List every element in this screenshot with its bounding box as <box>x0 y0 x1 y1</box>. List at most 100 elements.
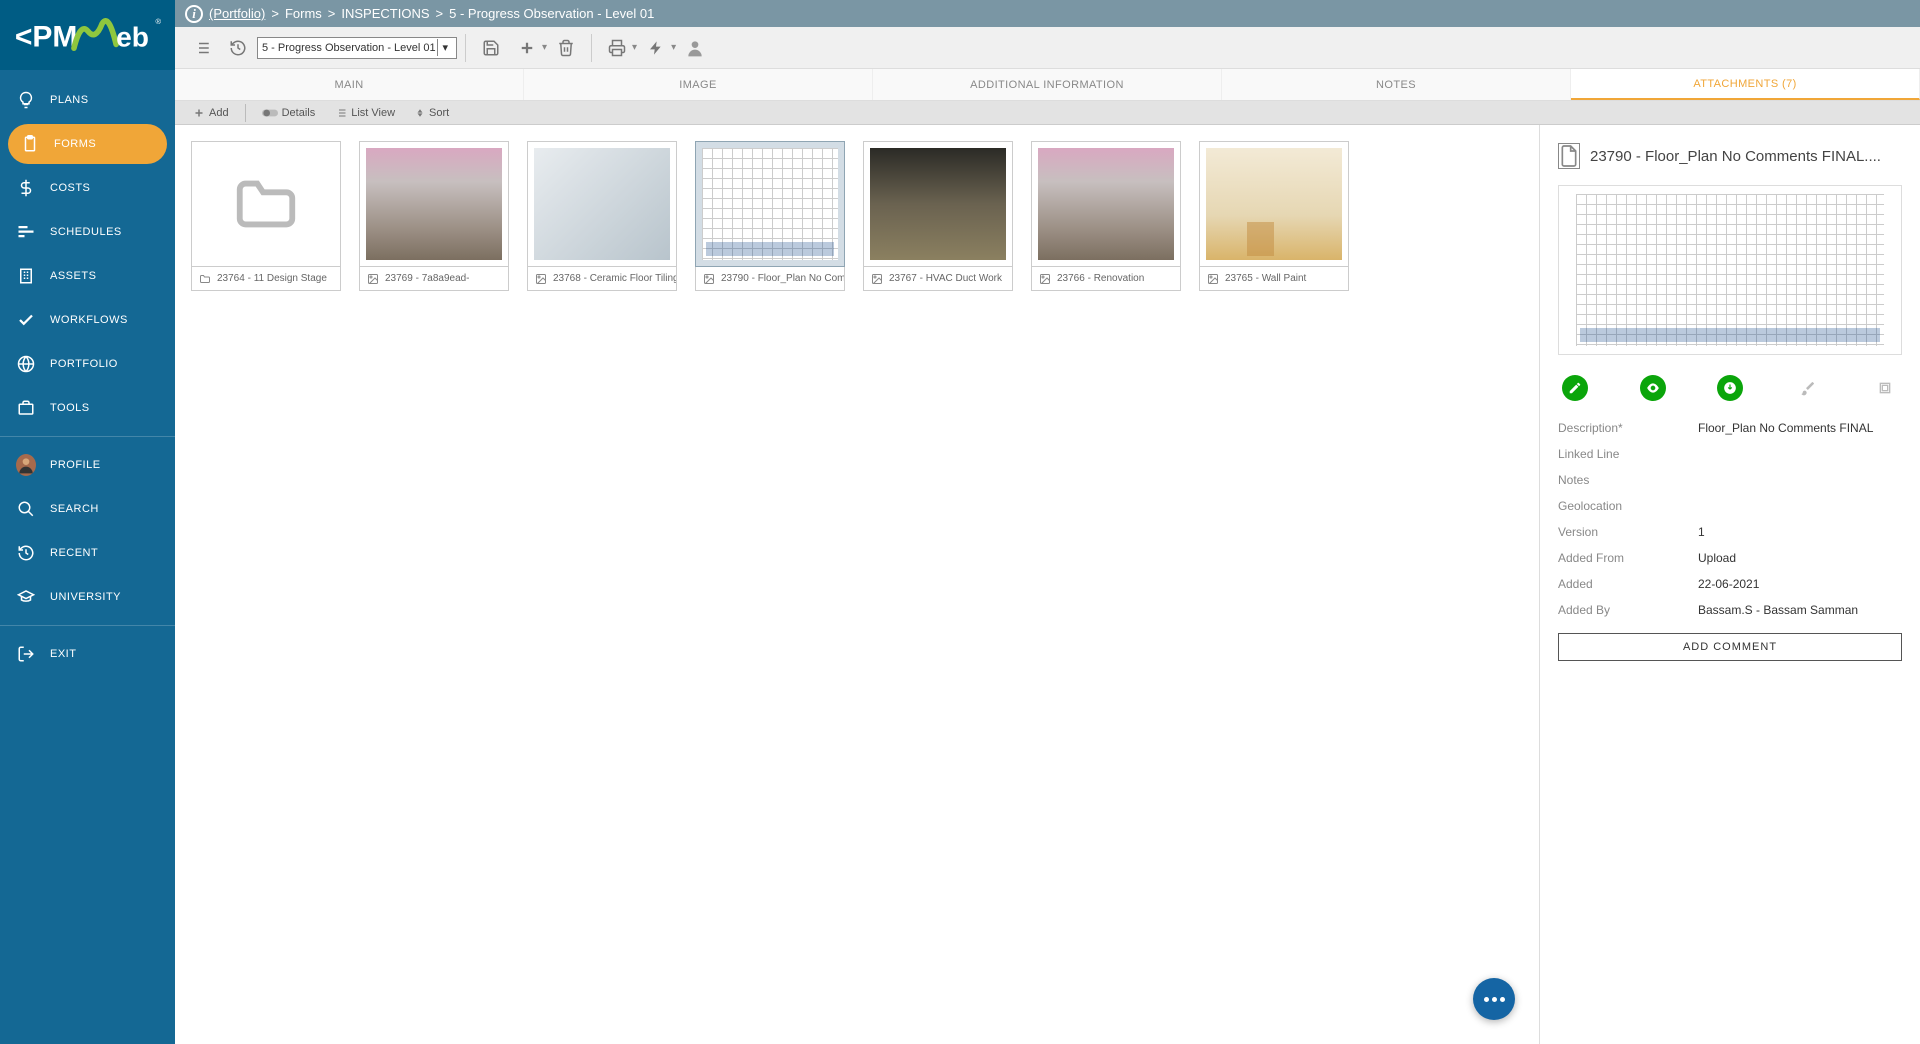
svg-text:<PM: <PM <box>14 20 77 53</box>
chevron-down-icon: ▾ <box>671 42 676 53</box>
user-button[interactable] <box>678 31 712 65</box>
tab-notes[interactable]: NOTES <box>1222 69 1571 100</box>
attachment-caption: 23790 - Floor_Plan No Com... <box>721 273 845 284</box>
sidebar-item-portfolio[interactable]: PORTFOLIO <box>0 342 175 386</box>
details-label: Details <box>282 107 316 119</box>
sidebar-label: PROFILE <box>50 459 101 471</box>
add-comment-button[interactable]: ADD COMMENT <box>1558 633 1902 661</box>
dollar-icon <box>16 178 36 198</box>
building-icon <box>16 266 36 286</box>
folder-icon <box>198 273 212 285</box>
crop-button[interactable] <box>1872 375 1898 401</box>
sidebar-item-plans[interactable]: PLANS <box>0 78 175 122</box>
breadcrumb-portfolio[interactable]: (Portfolio) <box>209 6 265 21</box>
sidebar-item-tools[interactable]: TOOLS <box>0 386 175 430</box>
meta-label: Version <box>1558 525 1698 539</box>
attachment-card[interactable]: 23765 - Wall Paint <box>1199 141 1349 291</box>
info-icon[interactable]: i <box>185 5 203 23</box>
briefcase-icon <box>16 398 36 418</box>
record-select-value: 5 - Progress Observation - Level 01 <box>262 42 436 54</box>
meta-label: Description* <box>1558 421 1698 435</box>
avatar-icon <box>16 455 36 475</box>
sidebar-label: PORTFOLIO <box>50 358 118 370</box>
attachment-card[interactable]: 23767 - HVAC Duct Work <box>863 141 1013 291</box>
sidebar-label: COSTS <box>50 182 90 194</box>
record-select[interactable]: 5 - Progress Observation - Level 01 ▾ <box>257 37 457 59</box>
globe-icon <box>16 354 36 374</box>
attachment-card[interactable]: 23764 - 11 Design Stage <box>191 141 341 291</box>
listview-label: List View <box>351 107 395 119</box>
sidebar-label: SEARCH <box>50 503 99 515</box>
delete-button[interactable] <box>549 31 583 65</box>
image-icon <box>870 273 884 285</box>
detail-title: 23790 - Floor_Plan No Comments FINAL.... <box>1590 148 1881 165</box>
add-attachment-button[interactable]: Add <box>185 105 237 121</box>
meta-value <box>1698 447 1902 461</box>
list-toggle-button[interactable] <box>185 31 219 65</box>
breadcrumb-inspections[interactable]: INSPECTIONS <box>341 6 429 21</box>
breadcrumb-sep: > <box>271 6 279 21</box>
attachment-card[interactable]: 23769 - 7a8a9ead- <box>359 141 509 291</box>
tab-attachments[interactable]: ATTACHMENTS (7) <box>1571 69 1920 100</box>
sort-label: Sort <box>429 107 449 119</box>
image-icon <box>702 273 716 285</box>
tab-main[interactable]: MAIN <box>175 69 524 100</box>
sidebar-label: PLANS <box>50 94 89 106</box>
meta-value: 22-06-2021 <box>1698 577 1902 591</box>
sidebar-item-workflows[interactable]: WORKFLOWS <box>0 298 175 342</box>
attachment-card[interactable]: 23768 - Ceramic Floor Tiling <box>527 141 677 291</box>
sidebar-item-costs[interactable]: COSTS <box>0 166 175 210</box>
fab-more-button[interactable] <box>1473 978 1515 1020</box>
sidebar-label: SCHEDULES <box>50 226 122 238</box>
sidebar-item-profile[interactable]: PROFILE <box>0 443 175 487</box>
folder-icon <box>226 169 306 239</box>
tab-additional[interactable]: ADDITIONAL INFORMATION <box>873 69 1222 100</box>
attachment-caption: 23768 - Ceramic Floor Tiling <box>553 273 677 284</box>
attachment-card[interactable]: 23766 - Renovation <box>1031 141 1181 291</box>
svg-text:eb: eb <box>116 21 149 52</box>
sidebar-label: EXIT <box>50 648 76 660</box>
sidebar-item-exit[interactable]: EXIT <box>0 632 175 676</box>
sidebar-item-university[interactable]: UNIVERSITY <box>0 575 175 619</box>
preview-image[interactable] <box>1558 185 1902 355</box>
edit-button[interactable] <box>1562 375 1588 401</box>
sidebar-item-search[interactable]: SEARCH <box>0 487 175 531</box>
logo[interactable]: <PM eb ® <box>0 0 175 70</box>
chevron-down-icon: ▾ <box>632 42 637 53</box>
add-button[interactable]: ▾ <box>510 31 547 65</box>
brush-button[interactable] <box>1795 375 1821 401</box>
breadcrumb-forms[interactable]: Forms <box>285 6 322 21</box>
sidebar-item-forms[interactable]: FORMS <box>8 124 167 164</box>
sort-button[interactable]: Sort <box>407 105 457 121</box>
details-toggle[interactable]: Details <box>254 105 324 121</box>
tab-image[interactable]: IMAGE <box>524 69 873 100</box>
listview-button[interactable]: List View <box>327 105 403 121</box>
attachment-card[interactable]: 23790 - Floor_Plan No Com... <box>695 141 845 291</box>
action-button[interactable]: ▾ <box>639 31 676 65</box>
meta-label: Added By <box>1558 603 1698 617</box>
search-icon <box>16 499 36 519</box>
save-button[interactable] <box>474 31 508 65</box>
sidebar: <PM eb ® PLANS FORMS COSTS SCHEDULES <box>0 0 175 1044</box>
history-button[interactable] <box>221 31 255 65</box>
image-icon <box>534 273 548 285</box>
view-button[interactable] <box>1640 375 1666 401</box>
meta-value: 1 <box>1698 525 1902 539</box>
meta-label: Notes <box>1558 473 1698 487</box>
svg-text:®: ® <box>155 16 161 25</box>
sidebar-label: RECENT <box>50 547 98 559</box>
attachment-caption: 23767 - HVAC Duct Work <box>889 273 1002 284</box>
image-icon <box>1206 273 1220 285</box>
sidebar-label: TOOLS <box>50 402 90 414</box>
meta-label: Linked Line <box>1558 447 1698 461</box>
graduation-icon <box>16 587 36 607</box>
sidebar-item-assets[interactable]: ASSETS <box>0 254 175 298</box>
breadcrumb-sep: > <box>328 6 336 21</box>
sidebar-label: UNIVERSITY <box>50 591 121 603</box>
sidebar-item-recent[interactable]: RECENT <box>0 531 175 575</box>
sidebar-item-schedules[interactable]: SCHEDULES <box>0 210 175 254</box>
clipboard-icon <box>20 134 40 154</box>
breadcrumb-title: 5 - Progress Observation - Level 01 <box>449 6 654 21</box>
download-button[interactable] <box>1717 375 1743 401</box>
print-button[interactable]: ▾ <box>600 31 637 65</box>
